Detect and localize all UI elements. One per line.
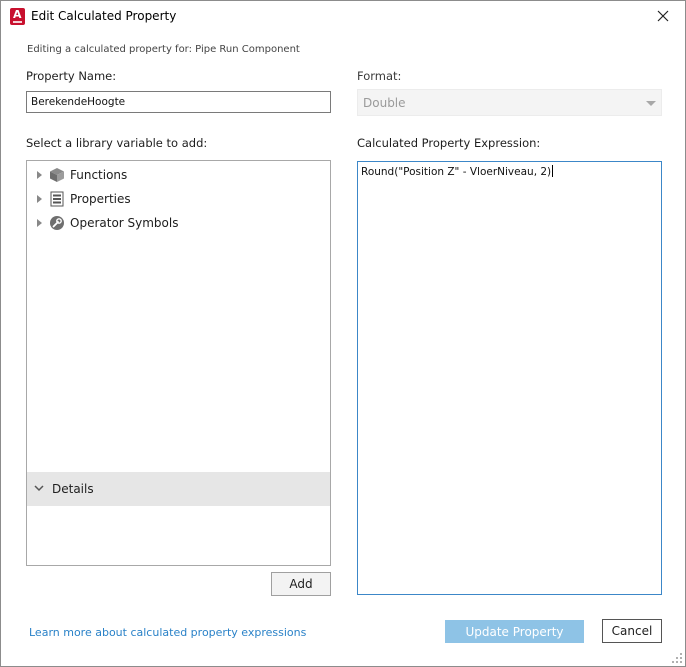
library-tree-panel: Functions Properties Operator Symbols De… xyxy=(26,160,331,566)
tree-item-label: Operator Symbols xyxy=(70,216,179,230)
close-icon xyxy=(657,10,669,22)
details-label: Details xyxy=(52,482,94,496)
autocad-app-icon: A xyxy=(10,8,25,25)
format-dropdown[interactable]: Double xyxy=(357,89,662,116)
expand-arrow-icon[interactable] xyxy=(37,171,42,179)
update-property-button[interactable]: Update Property xyxy=(445,620,584,643)
window-title: Edit Calculated Property xyxy=(31,9,177,23)
title-bar: A Edit Calculated Property xyxy=(1,1,685,32)
add-button[interactable]: Add xyxy=(271,572,331,596)
expand-arrow-icon[interactable] xyxy=(37,219,42,227)
format-value: Double xyxy=(363,96,406,110)
expression-text: Round("Position Z" - VloerNiveau, 2) xyxy=(361,166,552,178)
tree-item-label: Functions xyxy=(70,168,128,182)
property-name-input[interactable] xyxy=(26,91,331,113)
edit-calculated-property-dialog: A Edit Calculated Property Editing a cal… xyxy=(0,0,686,667)
app-icon-letter: A xyxy=(13,8,22,21)
expression-editor[interactable]: Round("Position Z" - VloerNiveau, 2) xyxy=(357,161,662,595)
operator-wrench-icon xyxy=(48,214,66,232)
format-label: Format: xyxy=(357,69,402,83)
expand-arrow-icon[interactable] xyxy=(37,195,42,203)
properties-list-icon xyxy=(48,190,66,208)
property-name-label: Property Name: xyxy=(26,69,117,83)
dialog-subtitle: Editing a calculated property for: Pipe … xyxy=(27,44,300,55)
tree-item-operator-symbols[interactable]: Operator Symbols xyxy=(35,213,178,233)
tree-item-functions[interactable]: Functions xyxy=(35,165,127,185)
learn-more-link[interactable]: Learn more about calculated property exp… xyxy=(29,626,306,639)
library-label: Select a library variable to add: xyxy=(26,136,208,150)
cancel-button[interactable]: Cancel xyxy=(602,619,662,643)
resize-grip-icon[interactable] xyxy=(672,653,682,663)
tree-item-properties[interactable]: Properties xyxy=(35,189,131,209)
tree-item-label: Properties xyxy=(70,192,131,206)
cube-icon xyxy=(48,166,66,184)
chevron-down-icon xyxy=(34,485,44,492)
chevron-down-icon xyxy=(646,101,656,106)
expression-label: Calculated Property Expression: xyxy=(357,136,541,150)
details-section-toggle[interactable]: Details xyxy=(27,472,330,506)
close-button[interactable] xyxy=(641,1,685,32)
